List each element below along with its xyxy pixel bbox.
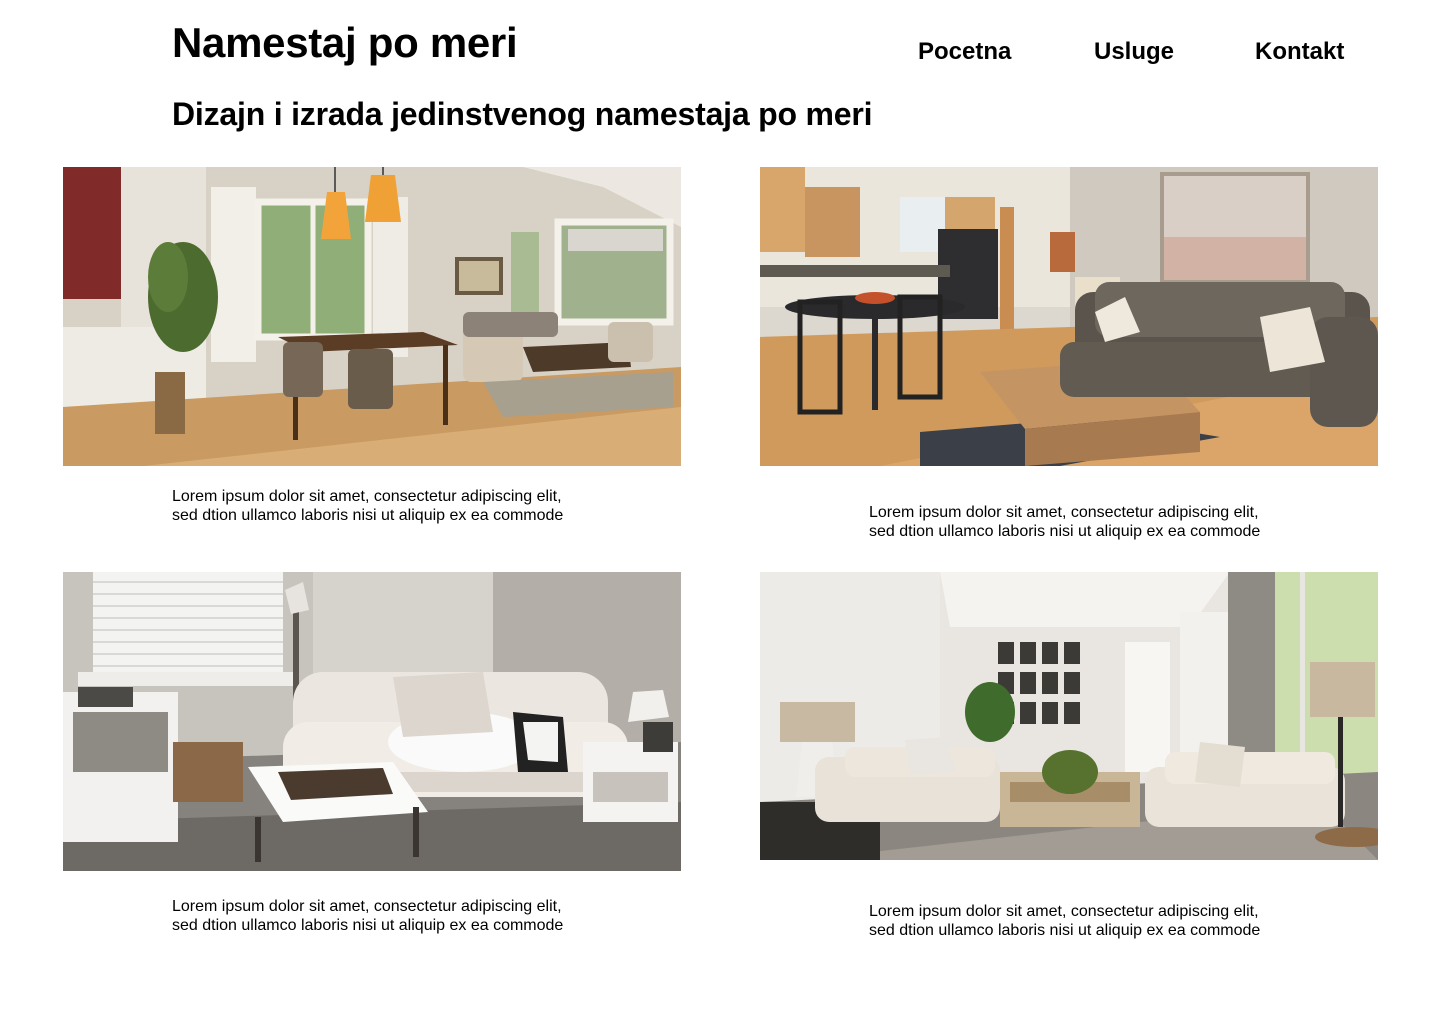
gallery-caption-1: Lorem ipsum dolor sit amet, consectetur … xyxy=(172,488,564,524)
gallery-image-gray-sofa xyxy=(760,167,1378,466)
gallery-image-white-sofa xyxy=(63,572,681,871)
page-tagline: Dizajn i izrada jedinstvenog namestaja p… xyxy=(172,96,873,132)
nav-link-kontakt[interactable]: Kontakt xyxy=(1255,36,1344,68)
gallery-caption-2: Lorem ipsum dolor sit amet, consectetur … xyxy=(869,504,1261,540)
gallery-caption-3: Lorem ipsum dolor sit amet, consectetur … xyxy=(172,898,564,934)
nav-link-usluge[interactable]: Usluge xyxy=(1094,36,1174,68)
main-nav: Pocetna Usluge Kontakt xyxy=(0,36,1440,68)
gallery-image-dining-living xyxy=(63,167,681,466)
gallery-caption-4: Lorem ipsum dolor sit amet, consectetur … xyxy=(869,903,1261,939)
nav-link-pocetna[interactable]: Pocetna xyxy=(918,36,1011,68)
gallery-image-gallery-wall-living xyxy=(760,572,1378,860)
